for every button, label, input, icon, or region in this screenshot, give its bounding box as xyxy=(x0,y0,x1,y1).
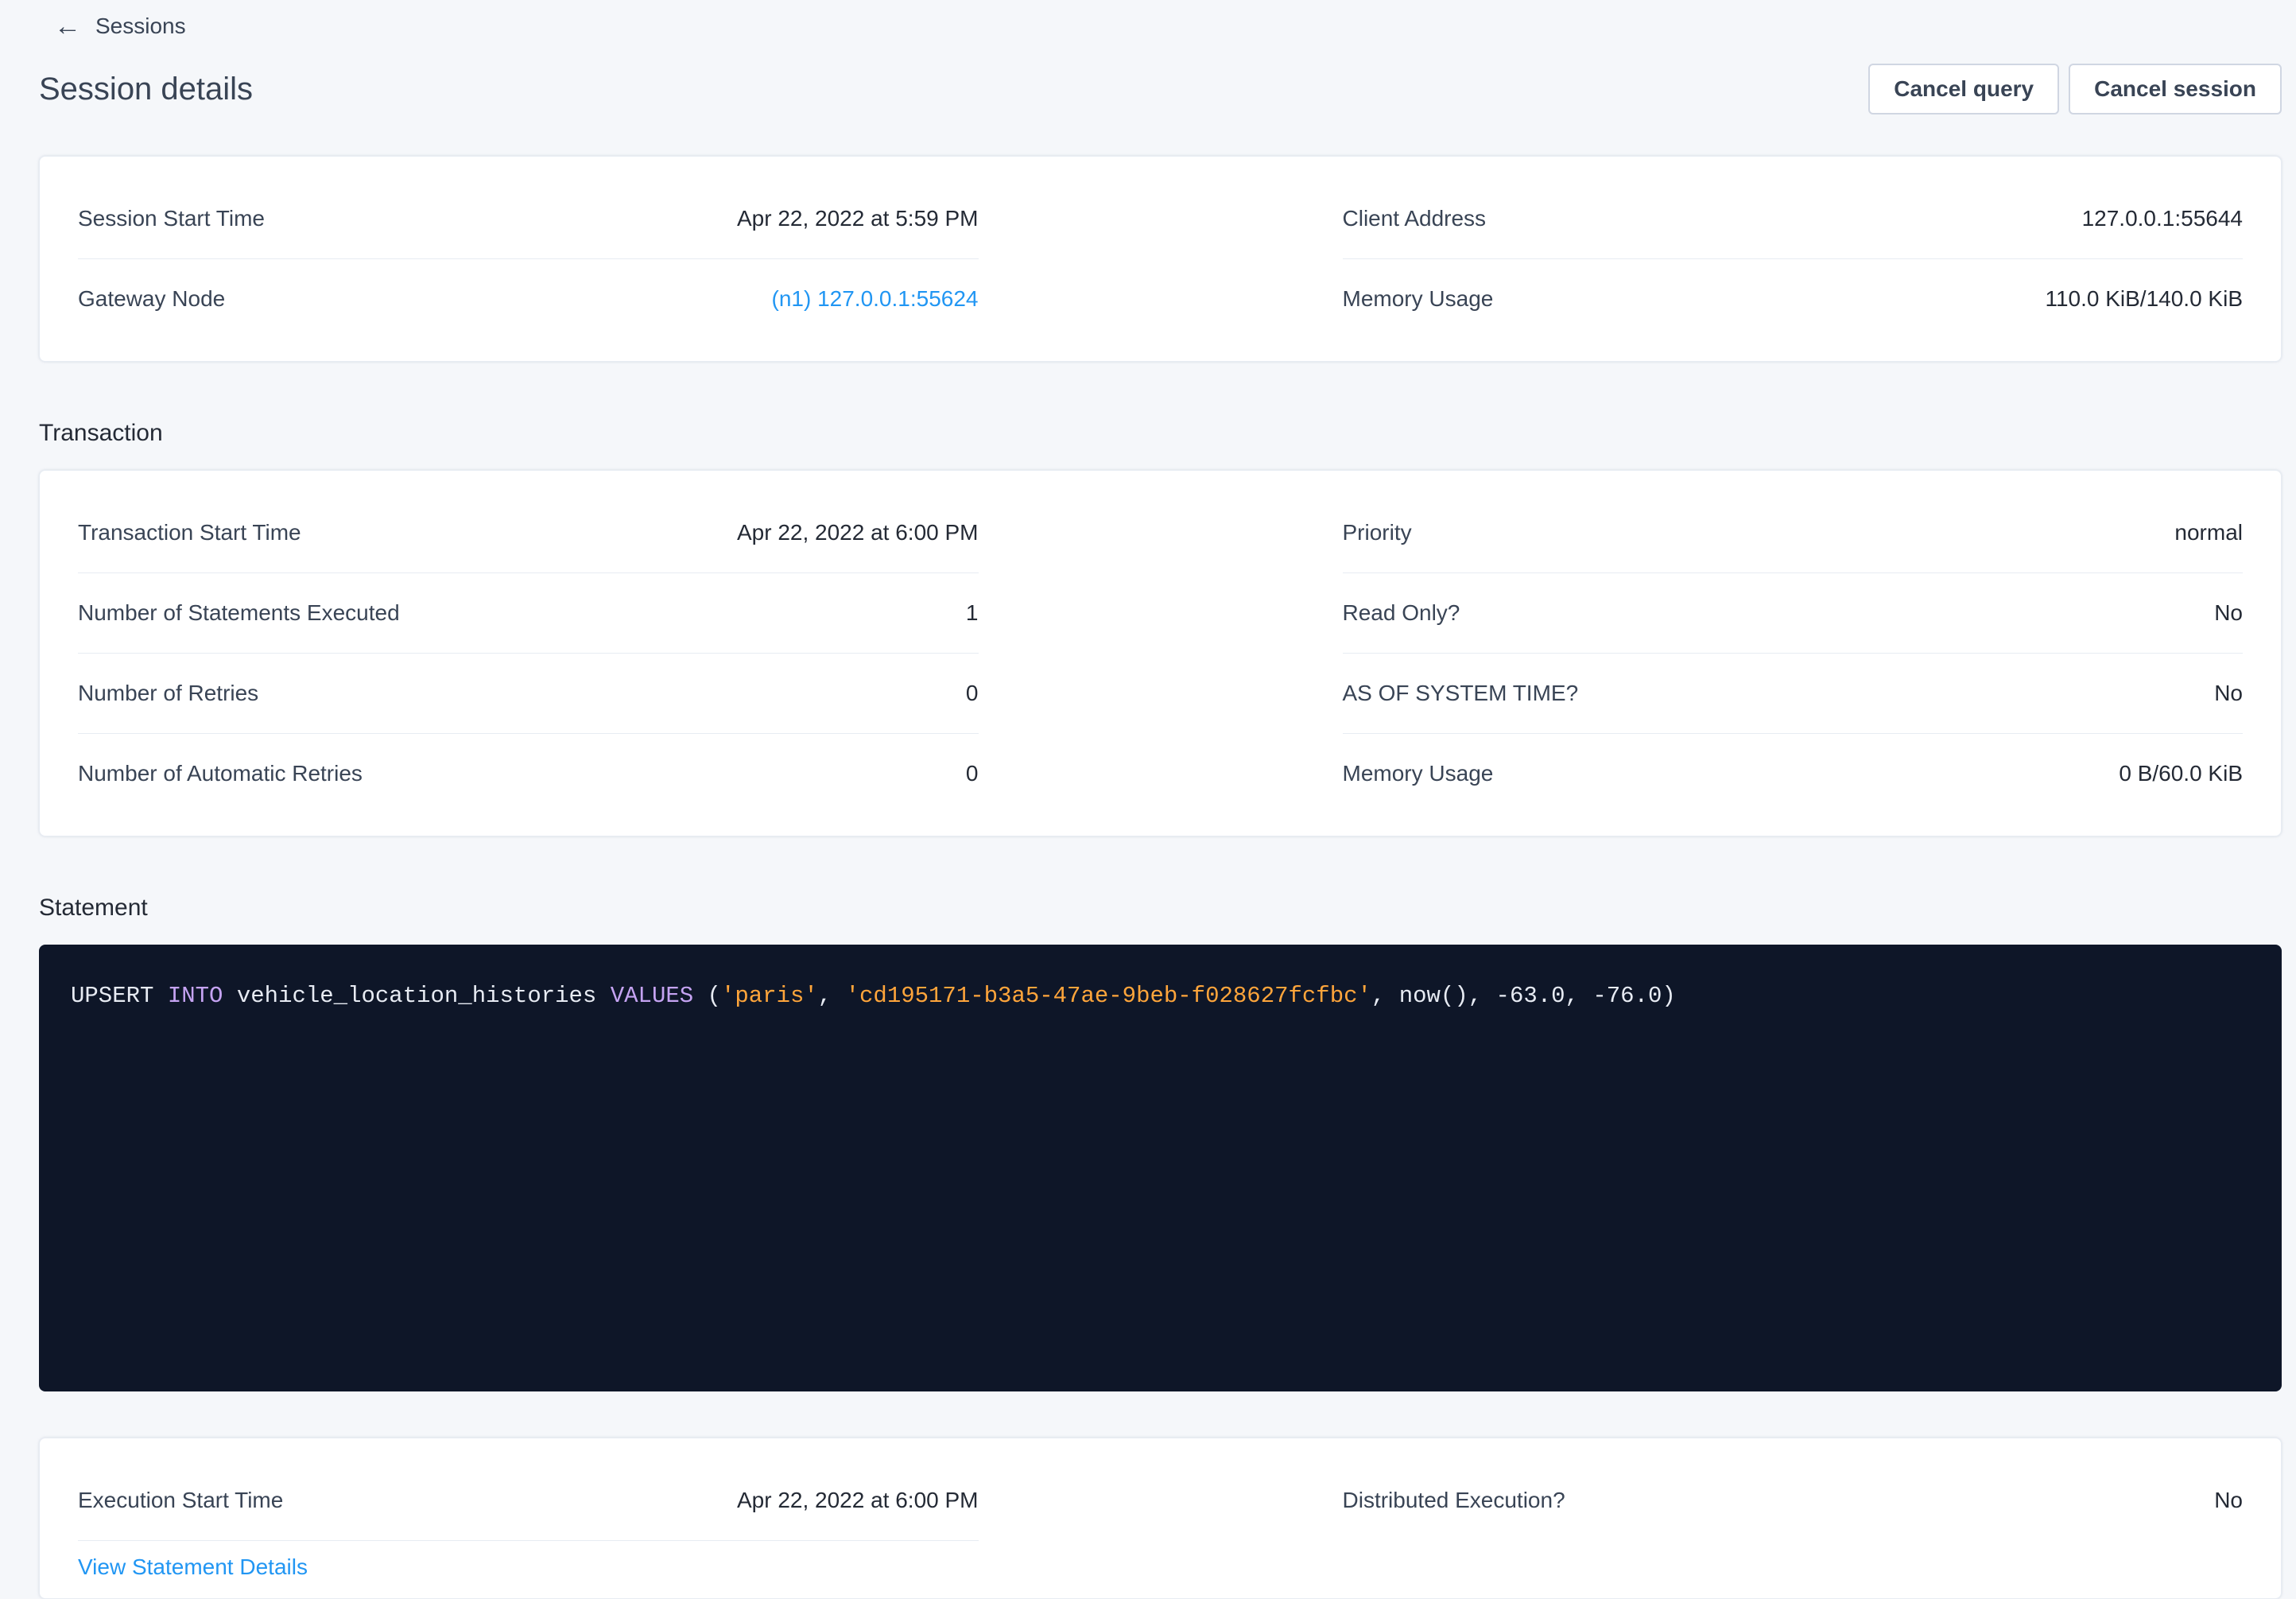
sql-token: , now(), -63.0, -76.0) xyxy=(1371,983,1676,1009)
as-of-system-time-value: No xyxy=(2214,680,2243,707)
transaction-section-heading: Transaction xyxy=(39,419,2282,448)
client-address-value: 127.0.0.1:55644 xyxy=(2082,205,2243,232)
page-content: ← Sessions Session details Cancel query … xyxy=(39,0,2282,1599)
sql-token: UPSERT xyxy=(71,983,168,1009)
sql-token: vehicle_location_histories xyxy=(223,983,610,1009)
statements-executed-row: Number of Statements Executed 1 xyxy=(78,573,979,654)
transaction-card-right-column: Priority normal Read Only? No AS OF SYST… xyxy=(1343,493,2244,813)
client-address-label: Client Address xyxy=(1343,205,1487,232)
automatic-retries-value: 0 xyxy=(966,760,979,787)
session-memory-usage-label: Memory Usage xyxy=(1343,285,1494,312)
distributed-execution-value: No xyxy=(2214,1487,2243,1514)
transaction-memory-usage-value: 0 B/60.0 KiB xyxy=(2119,760,2243,787)
priority-label: Priority xyxy=(1343,519,1412,546)
read-only-row: Read Only? No xyxy=(1343,573,2244,654)
session-summary-card: Session Start Time Apr 22, 2022 at 5:59 … xyxy=(39,156,2282,362)
read-only-label: Read Only? xyxy=(1343,600,1460,627)
statement-section-heading: Statement xyxy=(39,894,2282,922)
gateway-node-link[interactable]: (n1) 127.0.0.1:55624 xyxy=(772,285,979,312)
execution-start-time-label: Execution Start Time xyxy=(78,1487,283,1514)
execution-card: Execution Start Time Apr 22, 2022 at 6:0… xyxy=(39,1438,2282,1599)
page-header: Session details Cancel query Cancel sess… xyxy=(39,64,2282,114)
sql-token: VALUES xyxy=(611,983,693,1009)
read-only-value: No xyxy=(2214,600,2243,627)
sql-statement: UPSERT INTO vehicle_location_histories V… xyxy=(71,983,1676,1009)
sql-token: , xyxy=(818,983,846,1009)
execution-card-left-column: Execution Start Time Apr 22, 2022 at 6:0… xyxy=(78,1461,979,1581)
view-statement-details-link[interactable]: View Statement Details xyxy=(78,1554,308,1579)
sql-token: 'paris' xyxy=(721,983,818,1009)
transaction-start-time-value: Apr 22, 2022 at 6:00 PM xyxy=(737,519,979,546)
transaction-memory-usage-row: Memory Usage 0 B/60.0 KiB xyxy=(1343,734,2244,813)
gateway-node-row: Gateway Node (n1) 127.0.0.1:55624 xyxy=(78,259,979,339)
session-memory-usage-value: 110.0 KiB/140.0 KiB xyxy=(2045,285,2243,312)
as-of-system-time-row: AS OF SYSTEM TIME? No xyxy=(1343,654,2244,734)
session-start-time-label: Session Start Time xyxy=(78,205,265,232)
execution-start-time-value: Apr 22, 2022 at 6:00 PM xyxy=(737,1487,979,1514)
sql-token: 'cd195171-b3a5-47ae-9beb-f028627fcfbc' xyxy=(846,983,1371,1009)
session-card-right-column: Client Address 127.0.0.1:55644 Memory Us… xyxy=(1343,179,2244,339)
breadcrumb-back-sessions[interactable]: ← Sessions xyxy=(54,13,186,40)
cancel-session-button[interactable]: Cancel session xyxy=(2069,64,2282,114)
breadcrumb-label: Sessions xyxy=(95,13,186,40)
retries-label: Number of Retries xyxy=(78,680,258,707)
session-card-left-column: Session Start Time Apr 22, 2022 at 5:59 … xyxy=(78,179,979,339)
execution-card-right-column: Distributed Execution? No xyxy=(1343,1461,2244,1581)
transaction-card-left-column: Transaction Start Time Apr 22, 2022 at 6… xyxy=(78,493,979,813)
transaction-start-time-row: Transaction Start Time Apr 22, 2022 at 6… xyxy=(78,493,979,573)
transaction-card: Transaction Start Time Apr 22, 2022 at 6… xyxy=(39,470,2282,836)
statements-executed-value: 1 xyxy=(966,600,979,627)
sql-token: ( xyxy=(693,983,721,1009)
distributed-execution-row: Distributed Execution? No xyxy=(1343,1461,2244,1540)
gateway-node-label: Gateway Node xyxy=(78,285,225,312)
statements-executed-label: Number of Statements Executed xyxy=(78,600,400,627)
view-statement-details-row: View Statement Details xyxy=(78,1541,979,1581)
arrow-left-icon: ← xyxy=(54,13,81,40)
automatic-retries-row: Number of Automatic Retries 0 xyxy=(78,734,979,813)
transaction-memory-usage-label: Memory Usage xyxy=(1343,760,1494,787)
sql-token: INTO xyxy=(168,983,223,1009)
client-address-row: Client Address 127.0.0.1:55644 xyxy=(1343,179,2244,259)
sql-statement-block: UPSERT INTO vehicle_location_histories V… xyxy=(39,945,2282,1391)
session-start-time-row: Session Start Time Apr 22, 2022 at 5:59 … xyxy=(78,179,979,259)
cancel-query-button[interactable]: Cancel query xyxy=(1868,64,2059,114)
header-actions: Cancel query Cancel session xyxy=(1868,64,2282,114)
priority-row: Priority normal xyxy=(1343,493,2244,573)
transaction-start-time-label: Transaction Start Time xyxy=(78,519,301,546)
distributed-execution-label: Distributed Execution? xyxy=(1343,1487,1565,1514)
retries-row: Number of Retries 0 xyxy=(78,654,979,734)
page-title: Session details xyxy=(39,70,253,108)
automatic-retries-label: Number of Automatic Retries xyxy=(78,760,363,787)
execution-start-time-row: Execution Start Time Apr 22, 2022 at 6:0… xyxy=(78,1461,979,1541)
session-memory-usage-row: Memory Usage 110.0 KiB/140.0 KiB xyxy=(1343,259,2244,339)
priority-value: normal xyxy=(2174,519,2243,546)
session-start-time-value: Apr 22, 2022 at 5:59 PM xyxy=(737,205,979,232)
as-of-system-time-label: AS OF SYSTEM TIME? xyxy=(1343,680,1579,707)
retries-value: 0 xyxy=(966,680,979,707)
